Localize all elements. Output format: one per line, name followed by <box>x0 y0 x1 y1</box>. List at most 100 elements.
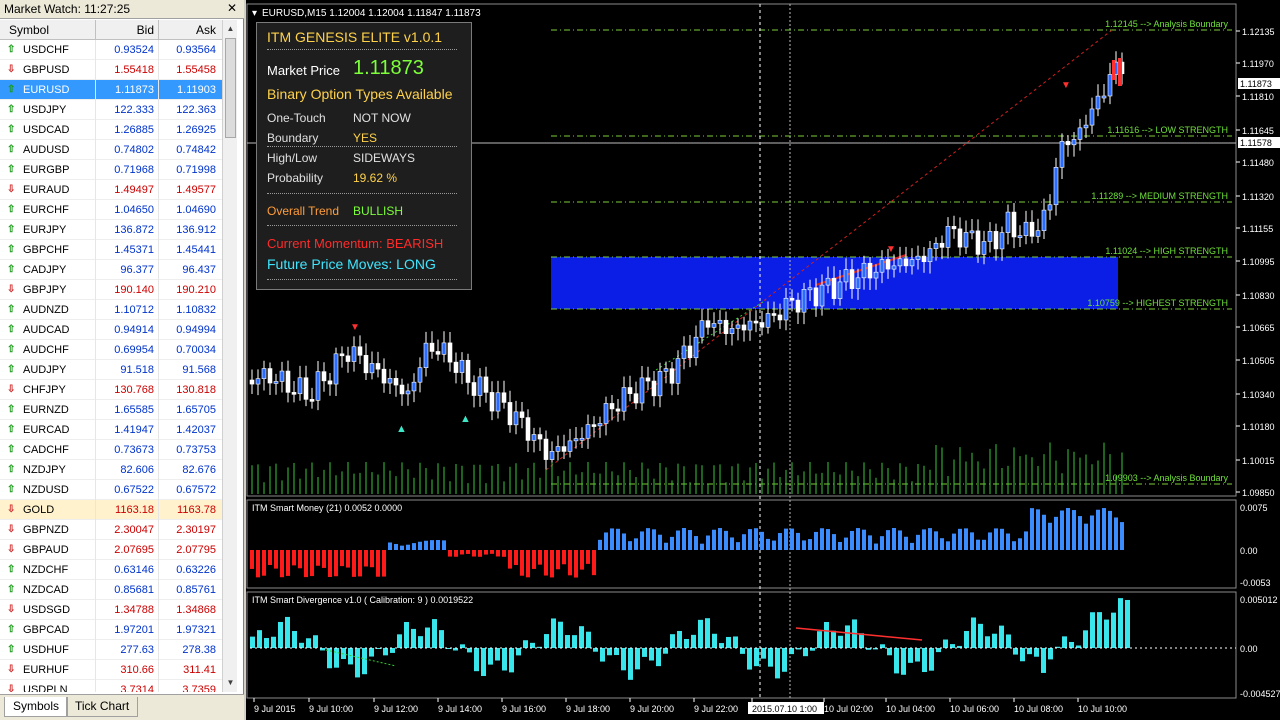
tab-tick-chart[interactable]: Tick Chart <box>66 697 139 717</box>
sell-signal-arrow: ▼ <box>1061 80 1071 91</box>
symbol-row-eurusd[interactable]: ⇧ EURUSD 1.11873 1.11903 <box>0 80 222 100</box>
candle-body <box>429 342 435 352</box>
symbol-row-gbpjpy[interactable]: ⇩ GBPJPY 190.140 190.210 <box>0 280 222 300</box>
candle-body <box>477 376 483 396</box>
price-axis-label: 1.09850 <box>1242 488 1275 498</box>
divergence-bar <box>572 635 577 648</box>
symbol-row-cadchf[interactable]: ⇧ CADCHF 0.73673 0.73753 <box>0 440 222 460</box>
divergence-bar <box>271 636 276 648</box>
candle-body <box>735 324 741 329</box>
symbol-row-eurcad[interactable]: ⇧ EURCAD 1.41947 1.42037 <box>0 420 222 440</box>
divergence-bar <box>495 648 500 661</box>
symbol-row-euraud[interactable]: ⇩ EURAUD 1.49497 1.49577 <box>0 180 222 200</box>
close-icon[interactable]: ✕ <box>225 2 239 16</box>
symbol-row-eurnzd[interactable]: ⇧ EURNZD 1.65585 1.65705 <box>0 400 222 420</box>
symbol-row-gbpusd[interactable]: ⇩ GBPUSD 1.55418 1.55458 <box>0 60 222 80</box>
symbol-row-eurjpy[interactable]: ⇧ EURJPY 136.872 136.912 <box>0 220 222 240</box>
scroll-down-icon[interactable]: ▼ <box>225 676 236 690</box>
smart-money-bar <box>592 550 596 576</box>
scrollbar-thumb[interactable] <box>225 38 236 138</box>
symbol-name: EURGBP <box>23 164 70 176</box>
tab-symbols[interactable]: Symbols <box>4 697 69 717</box>
smart-money-bar <box>652 529 656 550</box>
symbol-row-audnzd[interactable]: ⇧ AUDNZD 1.10712 1.10832 <box>0 300 222 320</box>
divergence-bar <box>1097 612 1102 648</box>
price-axis-label: 1.10665 <box>1242 323 1275 333</box>
divergence-bar <box>663 648 668 654</box>
symbol-row-cadjpy[interactable]: ⇧ CADJPY 96.377 96.437 <box>0 260 222 280</box>
symbol-row-eurhuf[interactable]: ⇩ EURHUF 310.66 311.41 <box>0 660 222 680</box>
symbol-name: USDCAD <box>23 124 70 136</box>
candle-body <box>537 434 543 440</box>
smart-money-bar <box>538 550 542 565</box>
divergence-bar <box>544 634 549 648</box>
price-axis-label: 1.11970 <box>1242 59 1274 69</box>
price-axis-label: 1.10505 <box>1242 356 1275 366</box>
symbol-row-nzdjpy[interactable]: ⇧ NZDJPY 82.606 82.676 <box>0 460 222 480</box>
price-axis-label: 1.12135 <box>1242 27 1275 37</box>
smart-money-bar <box>922 529 926 550</box>
smart-money-bar <box>760 531 764 550</box>
candle-body <box>843 269 849 283</box>
divergence-bar <box>768 648 773 667</box>
symbol-row-usdcad[interactable]: ⇧ USDCAD 1.26885 1.26925 <box>0 120 222 140</box>
arrow-up-icon: ⇧ <box>7 644 16 655</box>
divider <box>267 146 457 147</box>
symbol-row-eurgbp[interactable]: ⇧ EURGBP 0.71968 0.71998 <box>0 160 222 180</box>
symbol-row-audchf[interactable]: ⇧ AUDCHF 0.69954 0.70034 <box>0 340 222 360</box>
candle-body <box>543 438 549 460</box>
ask-price: 0.63226 <box>176 564 216 576</box>
smart-money-bar <box>808 539 812 550</box>
smart-money-bar <box>964 528 968 550</box>
ask-price: 1.97321 <box>176 624 216 636</box>
candle-body <box>831 277 837 299</box>
symbol-row-usdhuf[interactable]: ⇧ USDHUF 277.63 278.38 <box>0 640 222 660</box>
symbol-row-nzdusd[interactable]: ⇧ NZDUSD 0.67522 0.67572 <box>0 480 222 500</box>
smart-money-bar <box>940 538 944 550</box>
smart-money-bar <box>520 550 524 576</box>
symbol-row-usdchf[interactable]: ⇧ USDCHF 0.93524 0.93564 <box>0 40 222 60</box>
symbol-row-gbpchf[interactable]: ⇧ GBPCHF 1.45371 1.45441 <box>0 240 222 260</box>
divergence-bar <box>698 619 703 648</box>
market-watch-scrollbar[interactable]: ▲ ▼ <box>222 20 237 692</box>
column-header-ask[interactable]: Ask <box>196 23 216 37</box>
symbol-row-usdpln[interactable]: ⇩ USDPLN 3.7314 3.7359 <box>0 680 222 692</box>
smart-money-bar <box>754 528 758 550</box>
symbol-row-gbpnzd[interactable]: ⇩ GBPNZD 2.30047 2.30197 <box>0 520 222 540</box>
column-header-bid[interactable]: Bid <box>137 23 154 37</box>
symbol-row-usdsgd[interactable]: ⇩ USDSGD 1.34788 1.34868 <box>0 600 222 620</box>
ask-price: 0.85761 <box>176 584 216 596</box>
divergence-bar <box>614 648 619 656</box>
divergence-bar <box>467 648 472 653</box>
symbol-row-chfjpy[interactable]: ⇩ CHFJPY 130.768 130.818 <box>0 380 222 400</box>
candle-body <box>933 242 939 249</box>
divider <box>267 225 457 226</box>
candle-body <box>1035 230 1041 237</box>
candle-body <box>981 241 987 255</box>
symbol-row-gold[interactable]: ⇩ GOLD 1163.18 1163.78 <box>0 500 222 520</box>
symbol-row-eurchf[interactable]: ⇧ EURCHF 1.04650 1.04690 <box>0 200 222 220</box>
symbol-row-usdjpy[interactable]: ⇧ USDJPY 122.333 122.363 <box>0 100 222 120</box>
symbol-row-nzdchf[interactable]: ⇧ NZDCHF 0.63146 0.63226 <box>0 560 222 580</box>
smart-money-bar <box>430 540 434 550</box>
divergence-bar <box>656 648 661 667</box>
symbol-row-nzdcad[interactable]: ⇧ NZDCAD 0.85681 0.85761 <box>0 580 222 600</box>
candle-body <box>501 392 507 403</box>
symbol-row-gbpaud[interactable]: ⇩ GBPAUD 2.07695 2.07795 <box>0 540 222 560</box>
one-touch-label: One-Touch <box>267 111 326 125</box>
smart-money-bar <box>1024 531 1028 550</box>
divergence-bar <box>1041 648 1046 673</box>
divergence-bar <box>733 636 738 648</box>
symbol-row-audjpy[interactable]: ⇧ AUDJPY 91.518 91.568 <box>0 360 222 380</box>
symbol-name: NZDCHF <box>23 564 69 576</box>
symbol-row-audcad[interactable]: ⇧ AUDCAD 0.94914 0.94994 <box>0 320 222 340</box>
bid-price: 0.67522 <box>114 484 154 496</box>
symbol-row-gbpcad[interactable]: ⇧ GBPCAD 1.97201 1.97321 <box>0 620 222 640</box>
scroll-up-icon[interactable]: ▲ <box>225 22 236 36</box>
smart-money-title: ITM Smart Money (21) 0.0052 0.0000 <box>252 503 402 513</box>
candle-body <box>813 287 819 307</box>
symbol-row-audusd[interactable]: ⇧ AUDUSD 0.74802 0.74842 <box>0 140 222 160</box>
divergence-bar <box>1083 630 1088 648</box>
symbol-name: CADJPY <box>23 264 67 276</box>
column-header-symbol[interactable]: Symbol <box>9 23 49 37</box>
